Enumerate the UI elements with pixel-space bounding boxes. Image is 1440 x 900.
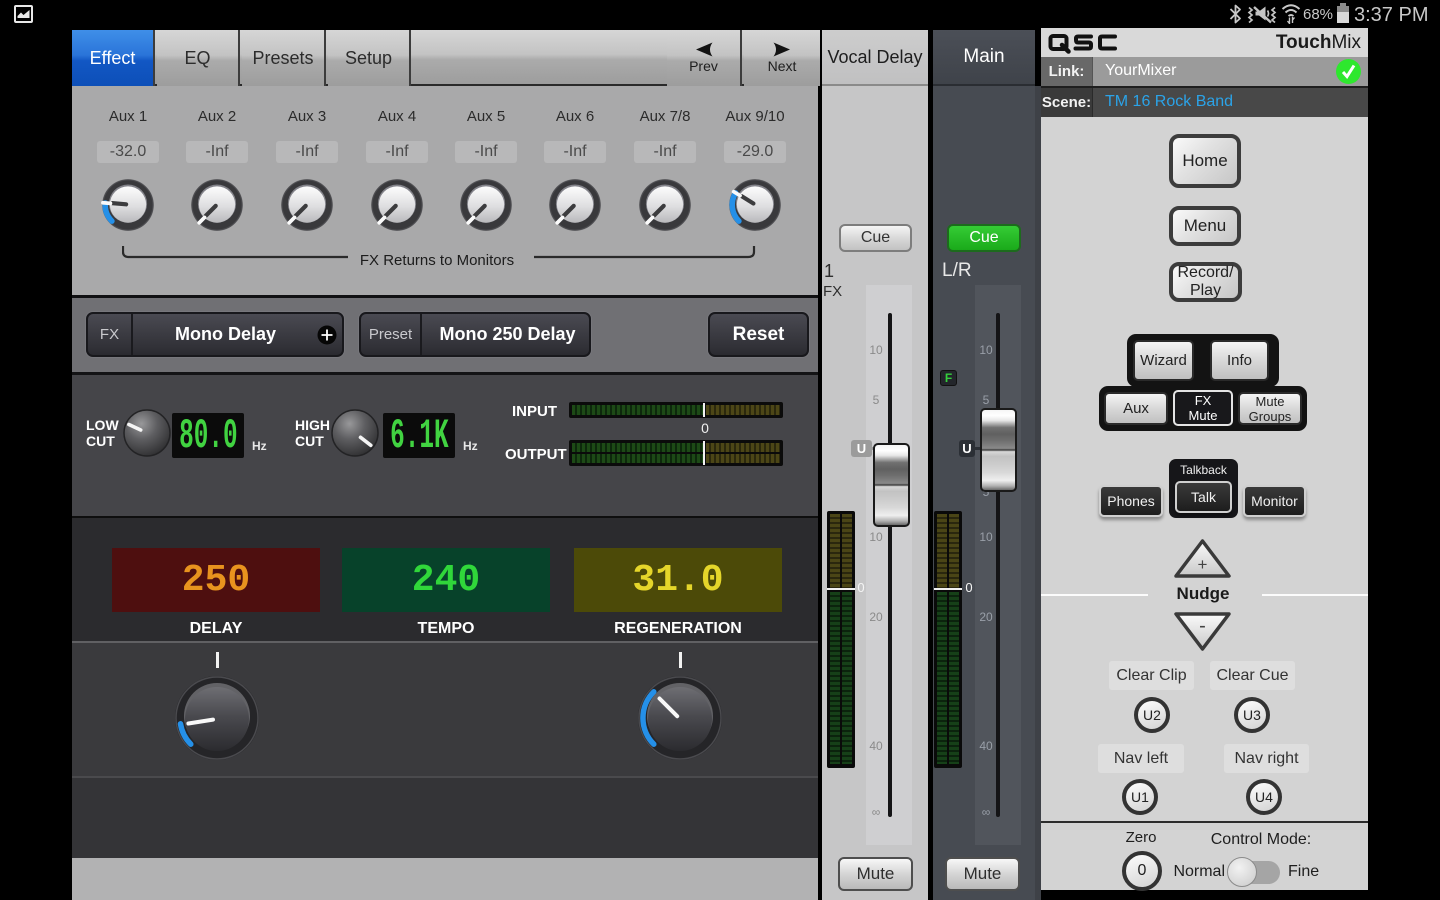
svg-text:-: - <box>1199 615 1206 637</box>
svg-text:+: + <box>1198 555 1208 574</box>
